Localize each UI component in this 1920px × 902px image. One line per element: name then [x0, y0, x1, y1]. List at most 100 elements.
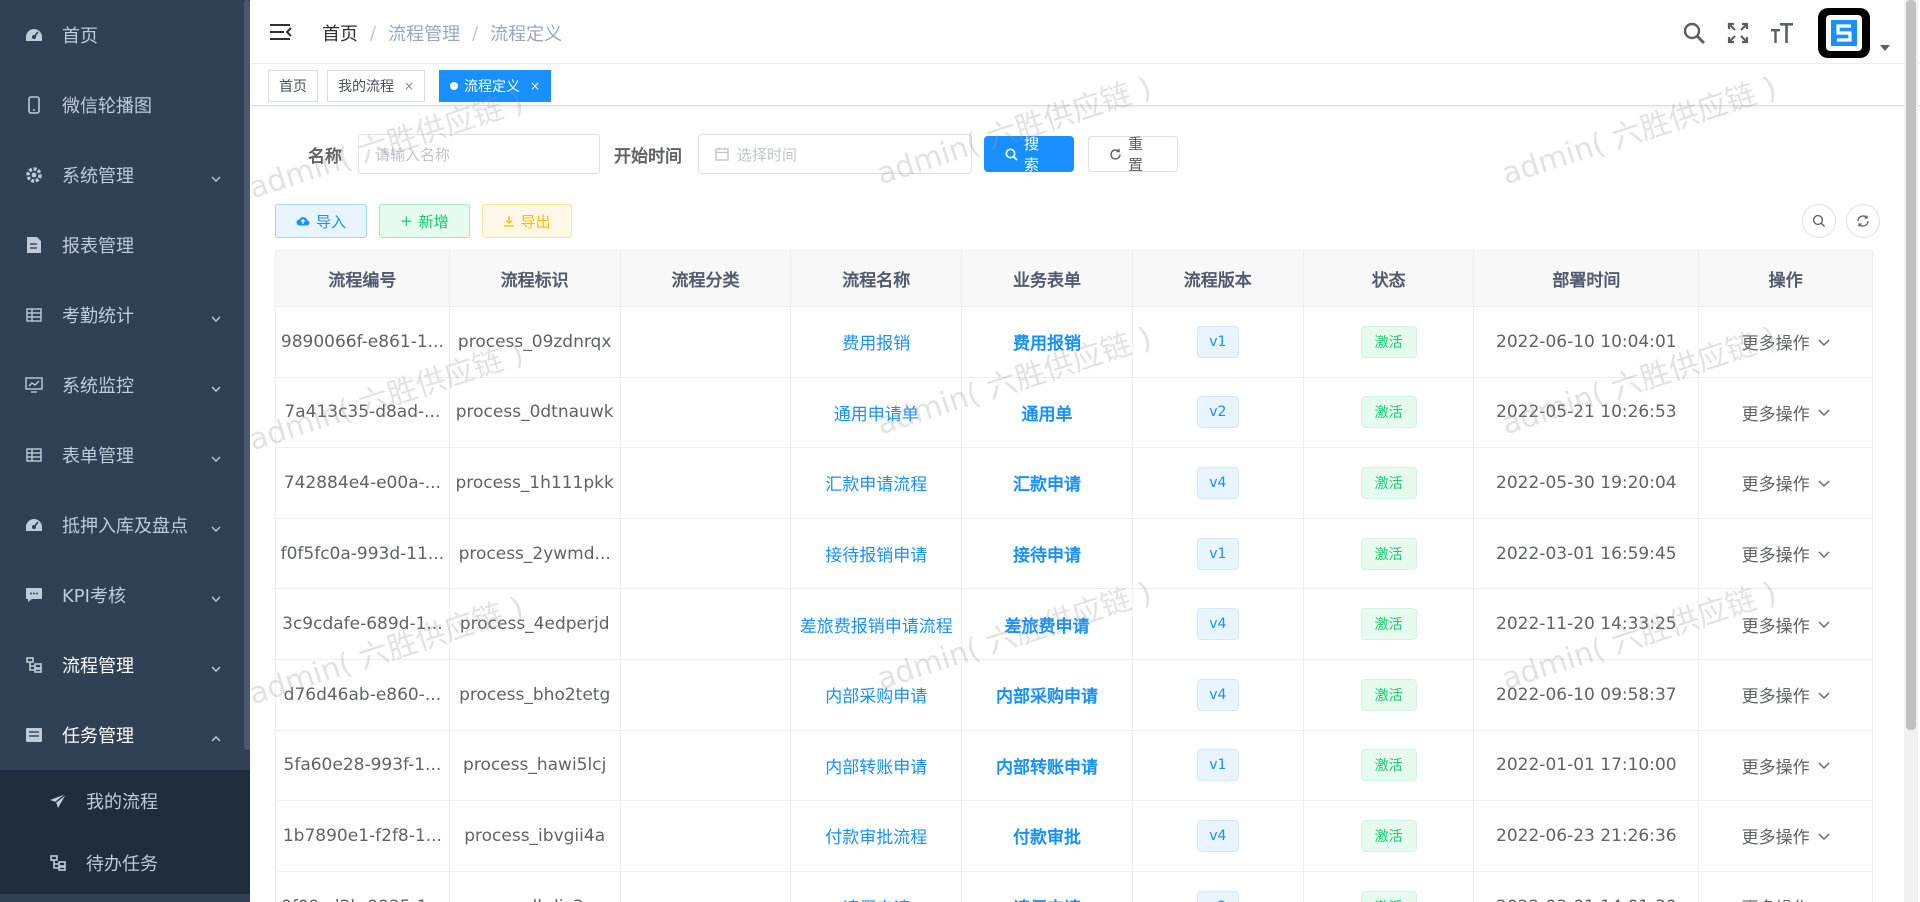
calendar-icon: [715, 147, 729, 161]
process-name-link[interactable]: 内部采购申请: [825, 682, 927, 707]
more-actions-dropdown[interactable]: 更多操作: [1742, 682, 1830, 707]
caret-down-icon[interactable]: [1880, 45, 1890, 51]
sidebar-item[interactable]: 考勤统计: [0, 280, 250, 350]
export-label: 导出: [520, 212, 551, 231]
process-name-link[interactable]: 通用申请单: [834, 400, 919, 425]
more-actions-dropdown[interactable]: 更多操作: [1742, 329, 1830, 354]
sidebar-item[interactable]: 微信轮播图: [0, 70, 250, 140]
chevron-down-icon: [210, 519, 222, 532]
more-actions-dropdown[interactable]: 更多操作: [1742, 470, 1830, 495]
status-tag-cell: 激活: [1304, 589, 1475, 659]
sidebar-item[interactable]: 系统监控: [0, 350, 250, 420]
table-header: 流程编号 流程标识 流程分类 流程名称 业务表单 流程版本 状态 部署时间 操作: [276, 251, 1872, 307]
sidebar-item[interactable]: 流程管理: [0, 630, 250, 700]
version-tag-cell: v2: [1133, 871, 1304, 902]
export-button[interactable]: 导出: [481, 204, 572, 238]
version-tag-cell: v4: [1133, 589, 1304, 659]
status-tag: 激活: [1360, 819, 1417, 852]
tag-my-flow[interactable]: 我的流程 ×: [327, 70, 426, 102]
more-actions-dropdown[interactable]: 更多操作: [1742, 400, 1830, 425]
business-form-link-cell: 差旅费申请: [962, 589, 1133, 659]
business-form-link[interactable]: 通用单: [1022, 400, 1073, 425]
business-form-link[interactable]: 请假申请: [1013, 894, 1081, 902]
process-name-link[interactable]: 内部转账申请: [825, 753, 927, 778]
search-icon[interactable]: [1680, 19, 1708, 47]
sidebar-subitem[interactable]: 我的流程: [0, 770, 250, 832]
more-actions-label: 更多操作: [1742, 894, 1810, 902]
operation-cell: 更多操作: [1699, 731, 1872, 801]
process-key-cell: process_ibvgii4a: [450, 801, 621, 871]
start-time-picker[interactable]: 选择时间: [698, 134, 972, 174]
process-name-link[interactable]: 接待报销申请: [825, 541, 927, 566]
process-key: process_2ywmd...: [458, 543, 611, 564]
more-actions-dropdown[interactable]: 更多操作: [1742, 753, 1830, 778]
plus-icon: +: [400, 212, 413, 230]
sidebar-item[interactable]: 首页: [0, 0, 250, 70]
version-tag: v4: [1196, 678, 1239, 711]
process-name-link-cell: 内部采购申请: [791, 659, 963, 730]
business-form-link[interactable]: 付款审批: [1013, 823, 1081, 848]
hamburger-icon[interactable]: [270, 22, 292, 42]
process-id: 9890066f-e861-1...: [280, 331, 444, 352]
name-input[interactable]: 请输入名称: [358, 134, 600, 174]
status-tag-cell: 激活: [1304, 659, 1475, 730]
process-name-link[interactable]: 费用报销: [842, 329, 910, 354]
sidebar-item[interactable]: 表单管理: [0, 420, 250, 490]
breadcrumb: 首页 / 流程管理 / 流程定义: [322, 20, 562, 46]
chevron-down-icon: [210, 659, 222, 672]
process-category-cell: [621, 307, 792, 377]
tag-home[interactable]: 首页: [268, 70, 318, 102]
sidebar-item[interactable]: 报表管理: [0, 210, 250, 280]
active-dot-icon: [450, 82, 458, 90]
tag-flow-definition[interactable]: 流程定义 ×: [439, 70, 552, 102]
process-name-link[interactable]: 付款审批流程: [825, 823, 927, 848]
business-form-link[interactable]: 接待申请: [1013, 541, 1081, 566]
sidebar-item[interactable]: 系统管理: [0, 140, 250, 210]
deploy-time: 2022-03-01 14:01:30: [1496, 897, 1677, 902]
process-name-link[interactable]: 汇款申请流程: [825, 470, 927, 495]
more-actions-dropdown[interactable]: 更多操作: [1742, 612, 1830, 637]
breadcrumb-home[interactable]: 首页: [322, 20, 358, 46]
status-tag-cell: 激活: [1304, 518, 1475, 589]
process-id: d76d46ab-e860-...: [283, 684, 442, 705]
business-form-link[interactable]: 汇款申请: [1013, 470, 1081, 495]
business-form-link[interactable]: 费用报销: [1013, 329, 1081, 354]
page-scrollbar[interactable]: [1904, 0, 1918, 902]
sidebar-item-label: KPI考核: [62, 586, 126, 607]
operation-cell: 更多操作: [1699, 801, 1872, 871]
sidebar-submenu: 我的流程 待办任务: [0, 770, 250, 894]
business-form-link[interactable]: 差旅费申请: [1005, 612, 1090, 637]
close-icon[interactable]: ×: [530, 79, 540, 93]
toggle-search-button[interactable]: [1802, 204, 1836, 238]
reset-button[interactable]: 重置: [1088, 135, 1178, 174]
font-size-icon[interactable]: [1768, 19, 1796, 47]
task-icon: [24, 725, 44, 745]
sidebar-item[interactable]: 抵押入库及盘点: [0, 490, 250, 560]
import-button[interactable]: 导入: [275, 204, 368, 238]
process-key: process_lbdjc3om: [459, 897, 611, 902]
business-form-link[interactable]: 内部采购申请: [996, 682, 1098, 707]
gear-icon: [24, 165, 44, 185]
sidebar-subitem[interactable]: 待办任务: [0, 832, 250, 894]
chevron-down-icon: [210, 169, 222, 182]
refresh-button[interactable]: [1846, 204, 1880, 238]
search-button[interactable]: 搜索: [984, 135, 1074, 174]
more-actions-dropdown[interactable]: 更多操作: [1742, 823, 1830, 848]
fullscreen-icon[interactable]: [1724, 19, 1752, 47]
add-button[interactable]: + 新增: [379, 204, 470, 238]
tag-label: 流程定义: [464, 79, 520, 95]
process-key: process_4edperjd: [459, 614, 610, 635]
process-key: process_1h111pkk: [455, 472, 614, 493]
more-actions-dropdown[interactable]: 更多操作: [1742, 541, 1830, 566]
close-icon[interactable]: ×: [404, 79, 414, 93]
sidebar-item[interactable]: 任务管理: [0, 700, 250, 770]
sidebar-item[interactable]: KPI考核: [0, 560, 250, 630]
table-row: 7a413c35-d8ad-... process_0dtnauwk 通用申请单 通用…: [276, 377, 1872, 449]
avatar[interactable]: [1818, 8, 1870, 58]
refresh-icon: [1109, 148, 1122, 161]
chevron-down-icon: [210, 589, 222, 602]
business-form-link[interactable]: 内部转账申请: [996, 753, 1098, 778]
process-name-link[interactable]: 请假申请: [842, 894, 910, 902]
more-actions-dropdown[interactable]: 更多操作: [1742, 894, 1830, 902]
process-name-link[interactable]: 差旅费报销申请流程: [800, 612, 953, 637]
